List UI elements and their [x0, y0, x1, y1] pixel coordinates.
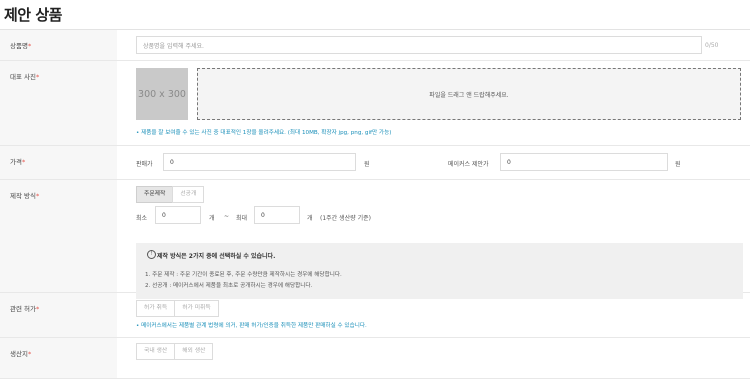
photo-drop-zone[interactable]: 파일을 드래그 앤 드랍해주세요. [197, 68, 741, 120]
sale-price-unit: 원 [364, 161, 370, 168]
info-title: 제작 방식은 2가지 중에 선택하실 수 있습니다. [157, 253, 276, 260]
production-info-box: ! 제작 방식은 2가지 중에 선택하실 수 있습니다. 1. 주문 제작 : … [136, 243, 743, 299]
row-origin: 생산지* 국내 생산 해외 생산 [0, 338, 750, 379]
info-line: 2. 선공개 : 메이커스에서 제품을 최초로 공개하시는 경우에 해당합니다. [145, 283, 313, 289]
production-option-preview[interactable]: 선공개 [172, 186, 205, 203]
offer-price-unit: 원 [675, 161, 681, 168]
row-permit: 관련 허가* 허가 취득 허가 미취득 • 메이커스에서는 제품별 관계 법령에… [0, 293, 750, 338]
production-toggle: 주문제작 선공개 [136, 186, 205, 203]
offer-price-label: 메이커스 제안가 [448, 161, 489, 168]
origin-option-domestic[interactable]: 국내 생산 [136, 343, 176, 360]
label-photo: 대표 사진* [0, 61, 117, 145]
production-note: (1주간 생산량 기준) [320, 215, 371, 222]
sale-price-label: 판매가 [136, 161, 153, 168]
photo-hint: • 제품을 잘 보여줄 수 있는 사진 중 대표적인 1장을 올려주세요. (최… [136, 130, 392, 136]
origin-toggle: 국내 생산 해외 생산 [136, 343, 214, 360]
label-production: 제작 방식* [0, 180, 117, 292]
production-option-made-to-order[interactable]: 주문제작 [136, 186, 174, 203]
max-label: 최대 [236, 215, 248, 222]
label-product-name: 상품명* [0, 30, 117, 60]
max-unit: 개 [307, 215, 313, 222]
row-product-name: 상품명* 상품명을 입력해 주세요. 0/50 [0, 30, 750, 61]
permit-option-not-obtained[interactable]: 허가 미취득 [174, 300, 219, 317]
permit-option-obtained[interactable]: 허가 취득 [136, 300, 176, 317]
page-title: 제안 상품 [4, 6, 62, 24]
origin-option-overseas[interactable]: 해외 생산 [174, 343, 214, 360]
product-form: 상품명* 상품명을 입력해 주세요. 0/50 대표 사진* 300 x 300… [0, 29, 750, 379]
permit-toggle: 허가 취득 허가 미취득 [136, 300, 219, 317]
min-quantity-input[interactable]: 0 [155, 206, 201, 224]
row-price: 가격* 판매가 0 원 메이커스 제안가 0 원 [0, 146, 750, 180]
label-origin: 생산지* [0, 338, 117, 378]
row-photo: 대표 사진* 300 x 300 파일을 드래그 앤 드랍해주세요. • 제품을… [0, 61, 750, 146]
sale-price-input[interactable]: 0 [163, 153, 356, 171]
product-name-counter: 0/50 [705, 42, 719, 49]
min-label: 최소 [136, 215, 148, 222]
label-permit: 관련 허가* [0, 293, 117, 337]
label-price: 가격* [0, 146, 117, 179]
range-separator: ~ [224, 213, 230, 220]
product-name-input[interactable]: 상품명을 입력해 주세요. [136, 36, 702, 54]
row-production: 제작 방식* 주문제작 선공개 최소 0 개 ~ 최대 0 개 (1주간 생산량… [0, 180, 750, 299]
offer-price-input[interactable]: 0 [500, 153, 668, 171]
max-quantity-input[interactable]: 0 [254, 206, 300, 224]
info-icon: ! [147, 250, 156, 259]
min-unit: 개 [209, 215, 215, 222]
permit-hint: • 메이커스에서는 제품별 관계 법령에 의거, 판매 허가/인증을 취득한 제… [136, 323, 367, 329]
photo-thumbnail: 300 x 300 [136, 68, 188, 120]
info-line: 1. 주문 제작 : 주문 기간이 종료된 후, 주문 수량만큼 제작하시는 경… [145, 272, 342, 278]
